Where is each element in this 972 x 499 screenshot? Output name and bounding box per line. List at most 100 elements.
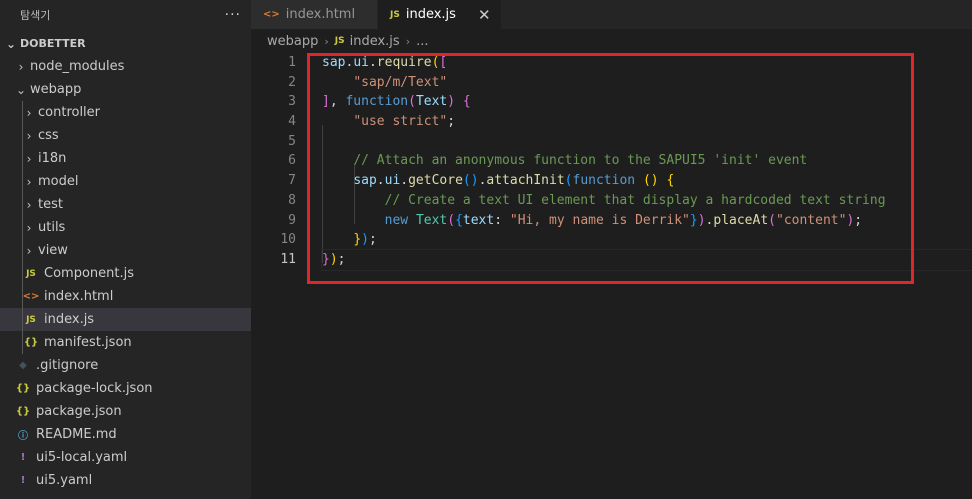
- tree-item-label: ui5.yaml: [36, 473, 93, 488]
- file-item[interactable]: JS index.js: [0, 308, 251, 331]
- chevron-down-icon: ⌄: [15, 82, 27, 97]
- line-number: 6: [288, 153, 296, 169]
- code-line[interactable]: });: [322, 230, 972, 250]
- code-token: (: [768, 212, 776, 228]
- tree-item-label: node_modules: [30, 59, 125, 74]
- code-line[interactable]: "use strict";: [322, 112, 972, 132]
- code-line[interactable]: "sap/m/Text": [322, 73, 972, 93]
- code-token: (: [408, 94, 416, 110]
- chevron-right-icon: ›: [26, 128, 32, 143]
- code-line[interactable]: new Text({text: "Hi, my name is Derrik"}…: [322, 211, 972, 231]
- breadcrumb-folder[interactable]: webapp: [267, 34, 318, 49]
- file-item[interactable]: JS Component.js: [0, 262, 251, 285]
- code-line[interactable]: sap.ui.getCore().attachInit(function () …: [322, 171, 972, 191]
- chevron-right-icon: ›: [405, 34, 411, 48]
- tree-item-label: Component.js: [44, 266, 134, 281]
- folder-item[interactable]: › css: [0, 124, 251, 147]
- code-line[interactable]: ], function(Text) {: [322, 92, 972, 112]
- json-file-icon: {}: [23, 337, 39, 348]
- file-item[interactable]: {} manifest.json: [0, 331, 251, 354]
- code-line[interactable]: // Attach an anonymous function to the S…: [322, 151, 972, 171]
- tree-indent-guide: [22, 331, 23, 354]
- tree-indent-guide: [22, 239, 23, 262]
- chevron-right-icon: ›: [26, 151, 32, 166]
- yaml-file-icon: !: [20, 475, 26, 486]
- code-editor[interactable]: 1 2 3 4 5 6 7 8 9 10 11 sap.ui.require([ "sap/m/Te…: [251, 53, 972, 499]
- close-icon[interactable]: ✕: [478, 6, 491, 24]
- breadcrumb-file[interactable]: index.js: [350, 34, 400, 49]
- file-item[interactable]: <> index.html: [0, 285, 251, 308]
- code-line[interactable]: [322, 132, 972, 152]
- folder-item[interactable]: ⌄ webapp: [0, 78, 251, 101]
- code-token: "Hi, my name is Derrik": [509, 212, 690, 228]
- code-token: (): [642, 173, 659, 189]
- js-file-icon: JS: [390, 9, 400, 20]
- line-number: 10: [280, 232, 296, 248]
- code-token: ;: [337, 251, 346, 267]
- folder-item[interactable]: › node_modules: [0, 55, 251, 78]
- tree-item-label: package.json: [36, 404, 122, 419]
- file-item[interactable]: ◆ .gitignore: [0, 354, 251, 377]
- tree-item-label: index.js: [44, 312, 95, 327]
- folder-item[interactable]: › model: [0, 170, 251, 193]
- folder-item[interactable]: › controller: [0, 101, 251, 124]
- tree-indent-guide: [22, 101, 23, 124]
- folder-item[interactable]: › test: [0, 193, 251, 216]
- code-token: ;: [368, 232, 377, 248]
- code-token: }: [689, 212, 698, 228]
- tree-indent-guide: [22, 308, 23, 331]
- code-line[interactable]: // Create a text UI element that display…: [322, 191, 972, 211]
- chevron-right-icon: ›: [26, 220, 32, 235]
- code-token: getCore: [408, 173, 463, 189]
- yaml-file-icon: !: [20, 452, 26, 463]
- folder-item[interactable]: › utils: [0, 216, 251, 239]
- more-actions-icon[interactable]: ···: [225, 7, 241, 23]
- tab-label: index.js: [405, 7, 456, 22]
- line-number: 3: [288, 94, 296, 110]
- chevron-right-icon: ›: [26, 105, 32, 120]
- code-token: ): [697, 212, 706, 228]
- code-line[interactable]: });: [321, 248, 972, 271]
- code-line[interactable]: sap.ui.require([: [322, 53, 972, 73]
- folder-item[interactable]: › i18n: [0, 147, 251, 170]
- file-item[interactable]: ! ui5.yaml: [0, 469, 251, 492]
- tree-item-label: controller: [38, 105, 101, 120]
- code-token: ;: [854, 212, 863, 228]
- code-token: ): [447, 94, 456, 110]
- tree-item-label: i18n: [38, 151, 67, 166]
- code-token: sap: [353, 173, 377, 189]
- tab-index-js[interactable]: JS index.js ✕: [378, 0, 502, 29]
- json-file-icon: {}: [15, 383, 31, 394]
- code-token: // Create a text UI element that display…: [384, 192, 886, 208]
- code-token: }: [322, 251, 330, 267]
- workspace-root-label: DOBETTER: [20, 37, 86, 50]
- code-token: ui: [353, 55, 369, 70]
- tree-indent-guide: [22, 147, 23, 170]
- code-area[interactable]: sap.ui.require([ "sap/m/Text"], function…: [321, 53, 972, 271]
- file-item[interactable]: {} package-lock.json: [0, 377, 251, 400]
- file-item[interactable]: {} package.json: [0, 400, 251, 423]
- file-item[interactable]: ⓘ README.md: [0, 423, 251, 446]
- code-token: .: [376, 173, 385, 189]
- tab-bar: <> index.html JS index.js ✕: [251, 0, 972, 29]
- explorer-title: 탐색기: [20, 8, 51, 22]
- file-item[interactable]: ! ui5-local.yaml: [0, 446, 251, 469]
- tree-indent-guide: [22, 285, 23, 308]
- code-token: .: [400, 173, 409, 189]
- tree-item-label: view: [38, 243, 68, 258]
- code-token: sap: [322, 55, 346, 70]
- tree-item-label: .gitignore: [36, 358, 99, 373]
- folder-item[interactable]: › view: [0, 239, 251, 262]
- tab-index-html[interactable]: <> index.html: [251, 0, 378, 29]
- workspace-root[interactable]: ⌄ DOBETTER: [0, 32, 251, 55]
- breadcrumb-more[interactable]: ...: [416, 34, 428, 49]
- code-token: [: [439, 55, 448, 70]
- code-token: placeAt: [713, 212, 769, 228]
